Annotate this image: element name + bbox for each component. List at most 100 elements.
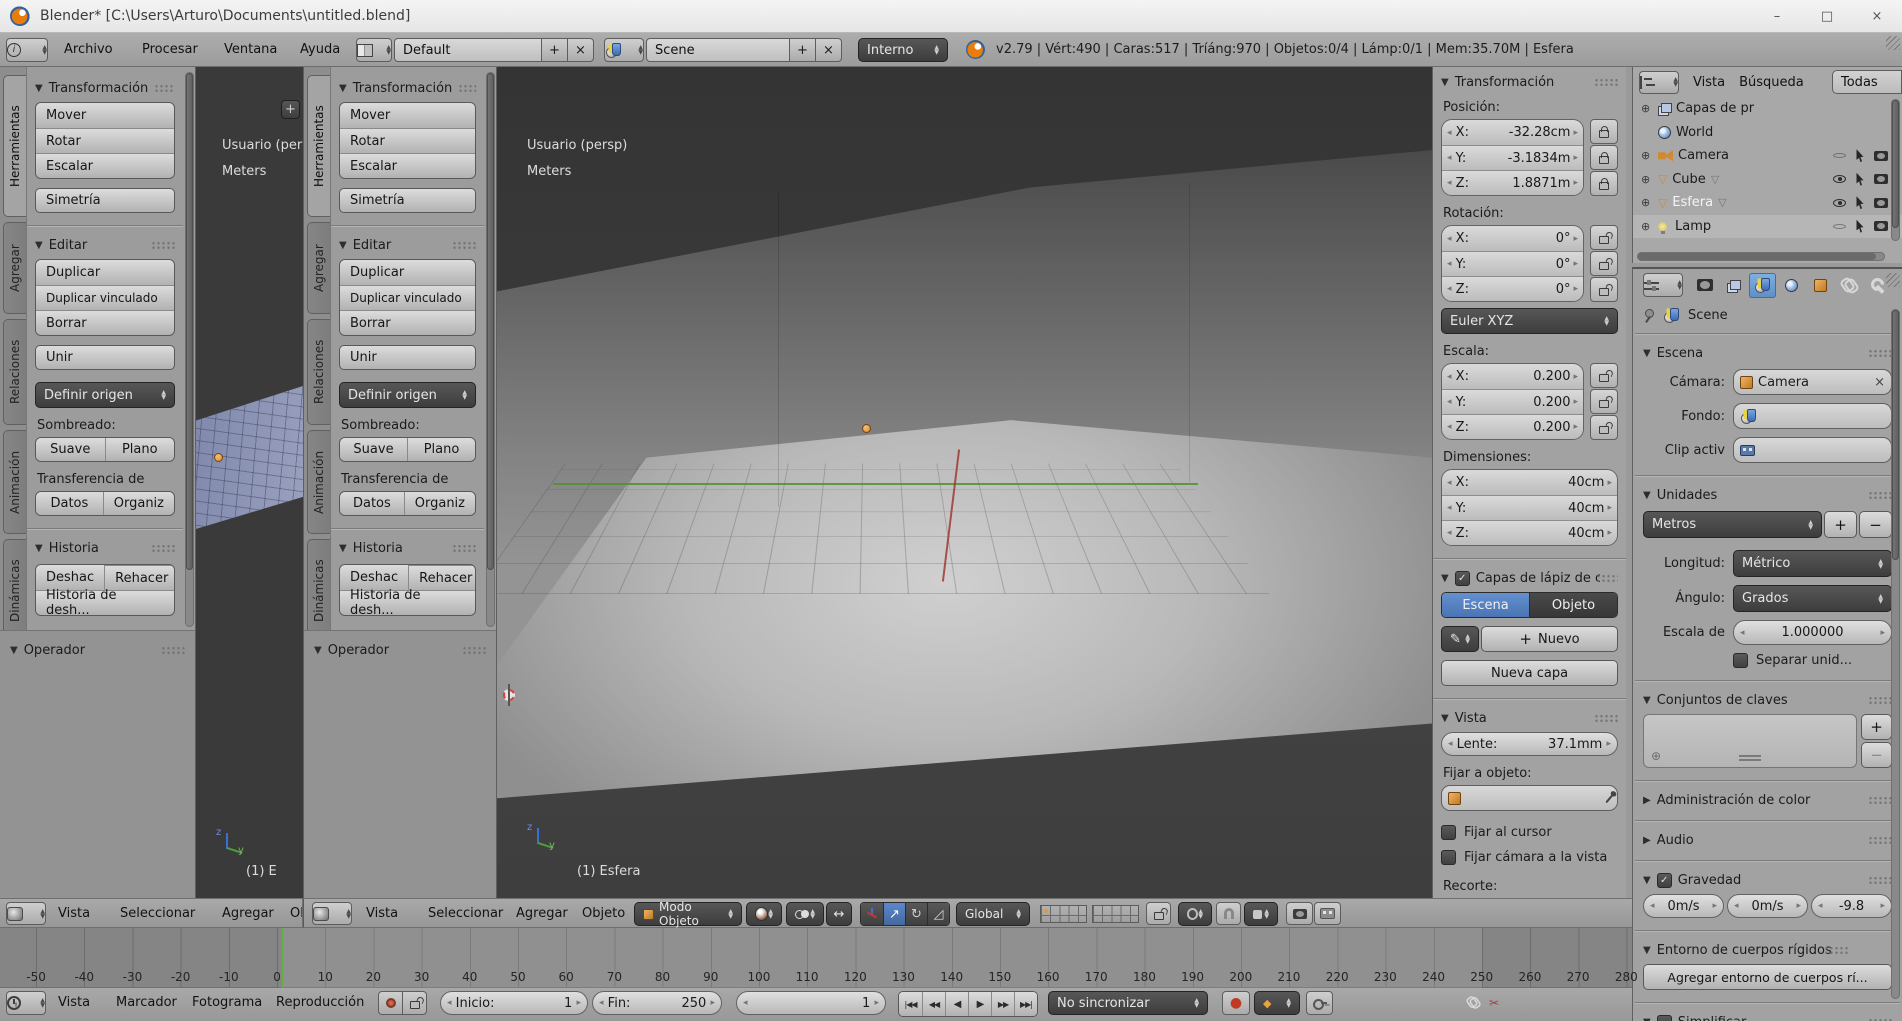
hide-icon[interactable] [1833,175,1846,184]
panel-header-edit[interactable]: ▼ Editar [339,238,476,253]
corner-grip[interactable] [1886,36,1900,50]
panel-header-keying-sets[interactable]: ▼ Conjuntos de claves [1643,693,1892,708]
join-button[interactable]: Unir [35,345,175,370]
dimension-x-field[interactable]: ◂ X: 40cm ▸ [1442,470,1617,495]
panel-header-operator[interactable]: ▼ Operador [314,643,486,658]
undo-button[interactable]: Deshac [340,565,409,590]
panel-grip[interactable] [1868,796,1892,805]
panel-header-history[interactable]: ▼ Historia [339,541,476,556]
sphere-object-origin[interactable] [861,424,871,434]
lock-cursor-row[interactable]: Fijar al cursor [1441,825,1618,840]
panel-grip[interactable] [1868,836,1892,845]
menu-ayuda[interactable]: Ayuda [300,42,340,57]
layers-grid-2[interactable] [1092,905,1139,923]
unit-minus-button[interactable]: − [1859,511,1892,538]
current-frame-marker[interactable] [281,928,283,988]
outliner-row-esfera[interactable]: ⊕ ▽ Esfera ▽ [1633,191,1902,215]
corner-grip[interactable] [1886,273,1900,287]
scale-y-field[interactable]: ◂ Y: 0.200 ▸ [1442,389,1583,414]
panel-grip[interactable] [458,84,476,93]
length-dropdown[interactable]: Métrico ▲ ▼ [1733,550,1892,577]
lock-location-z-button[interactable] [1590,171,1618,196]
maximize-button[interactable]: □ [1802,0,1852,32]
selectable-icon[interactable] [1856,196,1864,210]
panel-grip[interactable] [1595,574,1618,583]
selectable-icon[interactable] [1856,172,1864,186]
chain-link-icon[interactable] [1468,997,1480,1009]
lock-rotation-x-button[interactable] [1590,225,1618,250]
hide-icon[interactable] [1833,153,1846,159]
panel-header-transform[interactable]: ▼ Transformación [339,81,476,96]
tab-agregar[interactable]: Agregar [307,222,330,314]
menu-procesar[interactable]: Procesar [142,42,198,57]
tab-render-layers[interactable] [1720,273,1747,298]
play-reverse-button[interactable]: ◀ [945,992,968,1016]
hide-icon[interactable] [1833,198,1846,207]
outliner-menu-vista[interactable]: Vista [1693,75,1725,90]
properties-scrollbar[interactable] [1891,309,1900,999]
angle-dropdown[interactable]: Grados ▲ ▼ [1733,585,1892,612]
rotation-x-field[interactable]: ◂ X: 0° ▸ [1442,226,1583,251]
unit-system-dropdown[interactable]: Metros ▲ ▼ [1643,511,1822,538]
pin-icon[interactable] [1643,308,1655,322]
transfer-organize-button[interactable]: Organiz [102,492,174,515]
lock-scale-z-button[interactable] [1590,415,1618,440]
panel-header-edit[interactable]: ▼ Editar [35,238,175,253]
set-origin-dropdown[interactable]: Definir origen ▲ ▼ [35,382,175,408]
active-clip-field[interactable] [1733,437,1892,463]
shade-flat-button[interactable]: Plano [104,438,174,461]
panel-grip[interactable] [1594,78,1618,87]
set-origin-dropdown[interactable]: Definir origen ▲ ▼ [339,382,476,408]
lock-scale-x-button[interactable] [1590,363,1618,388]
outliner-menu-busqueda[interactable]: Búsqueda [1739,75,1804,90]
separate-units-checkbox[interactable] [1733,653,1748,668]
panel-header-escena[interactable]: ▼ Escena [1643,346,1892,361]
editor-info-button[interactable]: i ▲ ▼ [6,38,48,62]
unit-plus-button[interactable]: + [1824,511,1857,538]
shade-flat-button[interactable]: Plano [407,438,475,461]
panel-grip[interactable] [151,241,175,250]
panel-grip[interactable] [154,84,175,93]
menu-ventana[interactable]: Ventana [224,42,277,57]
rotation-mode-dropdown[interactable]: Euler XYZ ▲ ▼ [1441,308,1618,334]
outliner-row-cube[interactable]: ⊕ ▽ Cube ▽ [1633,168,1902,192]
outliner-row-lamp[interactable]: ⊕ Lamp [1633,214,1902,238]
mirror-button[interactable]: Simetría [35,188,175,213]
lock-to-scene-button[interactable] [1146,902,1171,925]
grease-scene-toggle[interactable]: Escena [1442,593,1529,617]
location-x-field[interactable]: ◂ X: -32.28cm ▸ [1442,120,1583,145]
tab-animacion[interactable]: Animación [3,430,26,534]
viewport-secondary[interactable]: Usuario (per Meters + z y (1) E [196,67,303,898]
outliner-hscrollbar[interactable] [1637,252,1885,261]
timeline-menu-fotograma[interactable]: Fotograma [192,995,262,1010]
close-button[interactable]: × [1852,0,1902,32]
sync-dropdown[interactable]: No sincronizar ▲ ▼ [1048,991,1208,1015]
menu-agregar[interactable]: Agregar [222,906,274,921]
frame-start-field[interactable]: ◂ Inicio: 1 ▸ [440,991,588,1015]
delete-scene-button[interactable]: × [815,38,842,62]
tab-herramientas[interactable]: Herramientas [307,75,330,217]
transfer-organize-button[interactable]: Organiz [403,492,475,515]
panel-grip[interactable] [1823,946,1848,955]
scale-button[interactable]: Escalar [340,153,475,178]
tab-dinamicas[interactable]: Dinámicas [307,539,330,643]
selectable-icon[interactable] [1856,149,1864,163]
menu-seleccionar[interactable]: Seleccionar [120,906,195,921]
lock-location-y-button[interactable] [1590,145,1618,170]
redo-button[interactable]: Rehacer [408,565,475,590]
lock-camera-row[interactable]: Fijar cámara a la vista [1441,850,1618,865]
menu-vista[interactable]: Vista [58,906,90,921]
tab-render[interactable] [1691,273,1718,298]
keying-add-button[interactable]: + [1861,714,1892,740]
play-button[interactable]: ▶ [968,992,991,1016]
panel-grip[interactable] [161,646,185,655]
panel-header-history[interactable]: ▼ Historia [35,541,175,556]
lock-rotation-y-button[interactable] [1590,251,1618,276]
grease-pencil-mode-dropdown[interactable]: ✎ ▲ ▼ [1441,626,1479,652]
mirror-button[interactable]: Simetría [339,188,476,213]
keying-sets-list[interactable]: ⊕ [1643,714,1857,768]
rotate-button[interactable]: Rotar [340,128,475,153]
snap-element-dropdown[interactable]: ▲ ▼ [1244,902,1278,926]
panel-header-view[interactable]: ▼ Vista [1441,711,1618,726]
panel-header-transform[interactable]: ▼ Transformación [1441,75,1618,90]
